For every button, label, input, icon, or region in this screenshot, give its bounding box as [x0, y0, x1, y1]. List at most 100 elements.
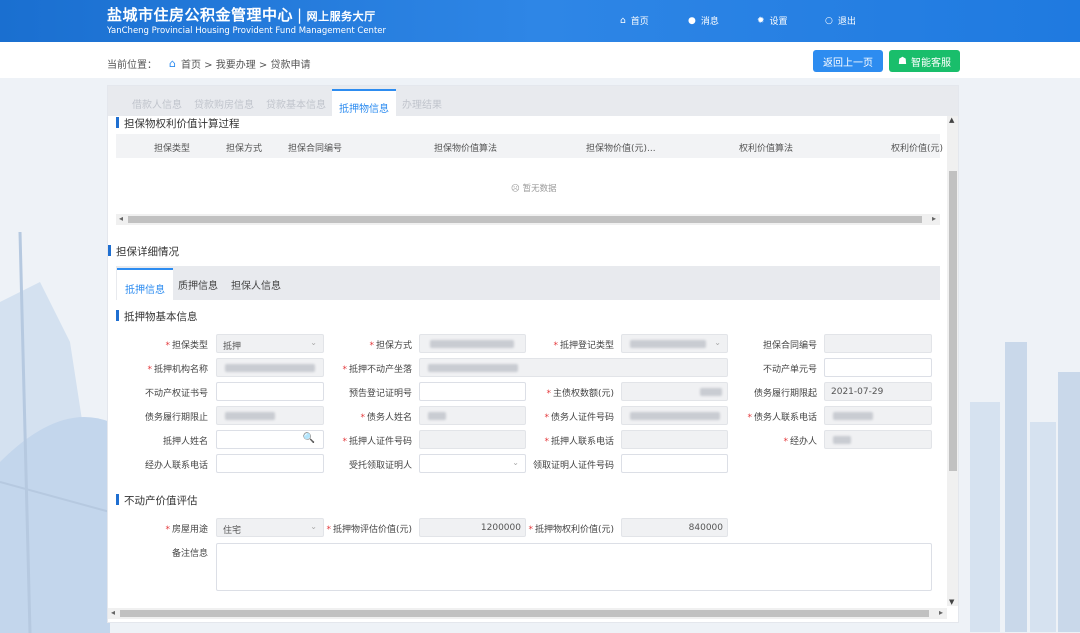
handler-phone-input[interactable] — [216, 454, 324, 473]
valuation-section-title: 不动产价值评估 — [116, 493, 198, 508]
power-icon: ○ — [825, 15, 833, 26]
mortgagor-name-input[interactable]: 🔍 — [216, 430, 324, 449]
label-debtor-id: * 债务人证件号码 — [544, 413, 614, 423]
nav-settings-label: 设置 — [769, 17, 788, 27]
site-title-en: YanCheng Provincial Housing Provident Fu… — [107, 26, 387, 36]
breadcrumb: 当前位置： ⌂ 首页 > 我要办理 > 贷款申请 — [107, 56, 310, 71]
scroll-left-icon[interactable]: ◂ — [119, 214, 123, 223]
calc-table-header: 担保类型 担保方式 担保合同编号 担保物价值算法 担保物价值(元)... 权利价… — [116, 134, 944, 158]
label-guarantee-type: * 担保类型 — [165, 341, 208, 351]
subtab-guarantor[interactable]: 担保人信息 — [231, 277, 281, 292]
panel-vertical-scrollbar[interactable]: ▲ ▼ — [947, 116, 958, 606]
label-remarks: 备注信息 — [171, 549, 208, 559]
main-panel: 借款人信息 贷款购房信息 贷款基本信息 抵押物信息 办理结果 担保物权利价值计算… — [107, 85, 959, 623]
label-debt-start: 债务履行期限起 — [753, 389, 817, 399]
col-value-algo: 担保物价值算法 — [434, 144, 498, 154]
debtor-phone-field[interactable] — [824, 406, 932, 425]
label-usage: * 房屋用途 — [165, 525, 208, 535]
breadcrumb-path[interactable]: 首页 > 我要办理 > 贷款申请 — [181, 56, 310, 71]
breadcrumb-prefix: 当前位置： — [107, 60, 157, 71]
subtab-pledge[interactable]: 质押信息 — [178, 277, 218, 292]
service-icon: ☗ — [898, 55, 907, 67]
collateral-section-title: 抵押物基本信息 — [116, 309, 198, 324]
nav-settings[interactable]: ✹ 设置 — [757, 14, 788, 28]
debt-start-field[interactable]: 2021-07-29 — [824, 382, 932, 401]
site-title-cn: 盐城市住房公积金管理中心 — [107, 6, 294, 24]
label-mortgagor-name: 抵押人姓名 — [162, 437, 208, 447]
scroll-up-icon[interactable]: ▲ — [949, 116, 954, 124]
scroll-thumb[interactable] — [949, 171, 957, 471]
property-location-field[interactable] — [419, 358, 728, 377]
empty-text: 暂无数据 — [522, 184, 557, 194]
back-button[interactable]: 返回上一页 — [813, 50, 883, 72]
site-subtitle-cn: 网上服务大厅 — [306, 10, 376, 23]
label-proxy-receiver: 受托领取证明人 — [348, 461, 412, 471]
panel-horizontal-scrollbar[interactable]: ◂ ▸ — [108, 608, 947, 619]
top-header: 盐城市住房公积金管理中心 | 网上服务大厅 YanCheng Provincial … — [0, 0, 1080, 42]
smart-service-button[interactable]: ☗ 智能客服 — [889, 50, 960, 72]
debt-end-field[interactable] — [216, 406, 324, 425]
right-value-field[interactable]: 840000 — [621, 518, 728, 537]
tab-loan-basic[interactable]: 贷款基本信息 — [266, 96, 326, 111]
title-divider: | — [297, 6, 303, 24]
label-property-unit-no: 不动产单元号 — [762, 365, 817, 375]
home-icon: ⌂ — [620, 15, 626, 26]
label-guarantee-contract-no: 担保合同编号 — [762, 341, 817, 351]
col-guarantee-method: 担保方式 — [226, 144, 263, 154]
label-mortgage-reg-type: * 抵押登记类型 — [553, 341, 614, 351]
step-tabs: 借款人信息 贷款购房信息 贷款基本信息 抵押物信息 办理结果 — [108, 86, 958, 116]
tab-collateral[interactable]: 抵押物信息 — [332, 89, 396, 116]
tab-result[interactable]: 办理结果 — [402, 96, 442, 111]
label-appraised-value: * 抵押物评估价值(元) — [326, 525, 412, 535]
label-guarantee-method: * 担保方式 — [369, 341, 412, 351]
mortgagee-org-field[interactable] — [216, 358, 324, 377]
scroll-down-icon[interactable]: ▼ — [949, 598, 954, 606]
label-prereg-cert-no: 预告登记证明号 — [348, 389, 412, 399]
gear-icon: ✹ — [757, 15, 765, 26]
scroll-thumb[interactable] — [128, 216, 922, 223]
table-horizontal-scrollbar[interactable]: ◂ ▸ — [116, 214, 940, 225]
handler-field[interactable] — [824, 430, 932, 449]
usage-select[interactable]: 住宅 ⌄ — [216, 518, 324, 537]
nav-messages-label: 消息 — [700, 17, 719, 27]
subtab-mortgage[interactable]: 抵押信息 — [117, 268, 173, 300]
scroll-right-icon[interactable]: ▸ — [932, 214, 936, 223]
label-mortgagor-phone: * 抵押人联系电话 — [544, 437, 614, 447]
empty-state: ☹ 暂无数据 — [511, 182, 557, 194]
col-right-value: 权利价值(元) — [891, 144, 944, 154]
smart-service-label: 智能客服 — [910, 57, 951, 69]
nav-home[interactable]: ⌂ 首页 — [620, 14, 649, 28]
label-mortgagor-id: * 抵押人证件号码 — [342, 437, 412, 447]
guarantee-contract-no-field[interactable] — [824, 334, 932, 353]
nav-logout-label: 退出 — [837, 17, 856, 27]
home-icon[interactable]: ⌂ — [169, 57, 176, 70]
calc-section-title: 担保物权利价值计算过程 — [116, 116, 240, 131]
col-guarantee-type: 担保类型 — [154, 144, 191, 154]
scroll-right-icon[interactable]: ▸ — [939, 608, 943, 617]
receiver-id-input[interactable] — [621, 454, 728, 473]
scroll-left-icon[interactable]: ◂ — [111, 608, 115, 617]
label-handler: * 经办人 — [783, 437, 817, 447]
remarks-textarea[interactable] — [216, 543, 932, 591]
guarantee-type-select[interactable]: 抵押 ⌄ — [216, 334, 324, 353]
col-contract-no: 担保合同编号 — [288, 144, 343, 154]
nav-home-label: 首页 — [630, 17, 649, 27]
col-right-algo: 权利价值算法 — [739, 144, 794, 154]
nav-logout[interactable]: ○ 退出 — [825, 14, 856, 28]
label-principal-amount: * 主债权数额(元) — [546, 389, 614, 399]
label-debtor-phone: * 债务人联系电话 — [747, 413, 817, 423]
tab-borrower[interactable]: 借款人信息 — [132, 96, 182, 111]
scroll-thumb[interactable] — [120, 610, 929, 617]
guarantee-subtabs: 抵押信息 质押信息 担保人信息 — [116, 266, 940, 300]
empty-icon: ☹ — [511, 184, 523, 194]
label-handler-phone: 经办人联系电话 — [144, 461, 208, 471]
label-receiver-id: 领取证明人证件号码 — [532, 461, 614, 471]
label-property-location: * 抵押不动产坐落 — [342, 365, 412, 375]
site-title: 盐城市住房公积金管理中心 | 网上服务大厅 — [107, 4, 386, 25]
nav-messages[interactable]: ● 消息 — [688, 14, 719, 28]
label-right-value: * 抵押物权利价值(元) — [528, 525, 614, 535]
property-unit-no-input[interactable] — [824, 358, 932, 377]
property-cert-no-input[interactable] — [216, 382, 324, 401]
tab-house-purchase[interactable]: 贷款购房信息 — [194, 96, 254, 111]
brand: 盐城市住房公积金管理中心 | 网上服务大厅 YanCheng Provincial … — [107, 4, 386, 36]
